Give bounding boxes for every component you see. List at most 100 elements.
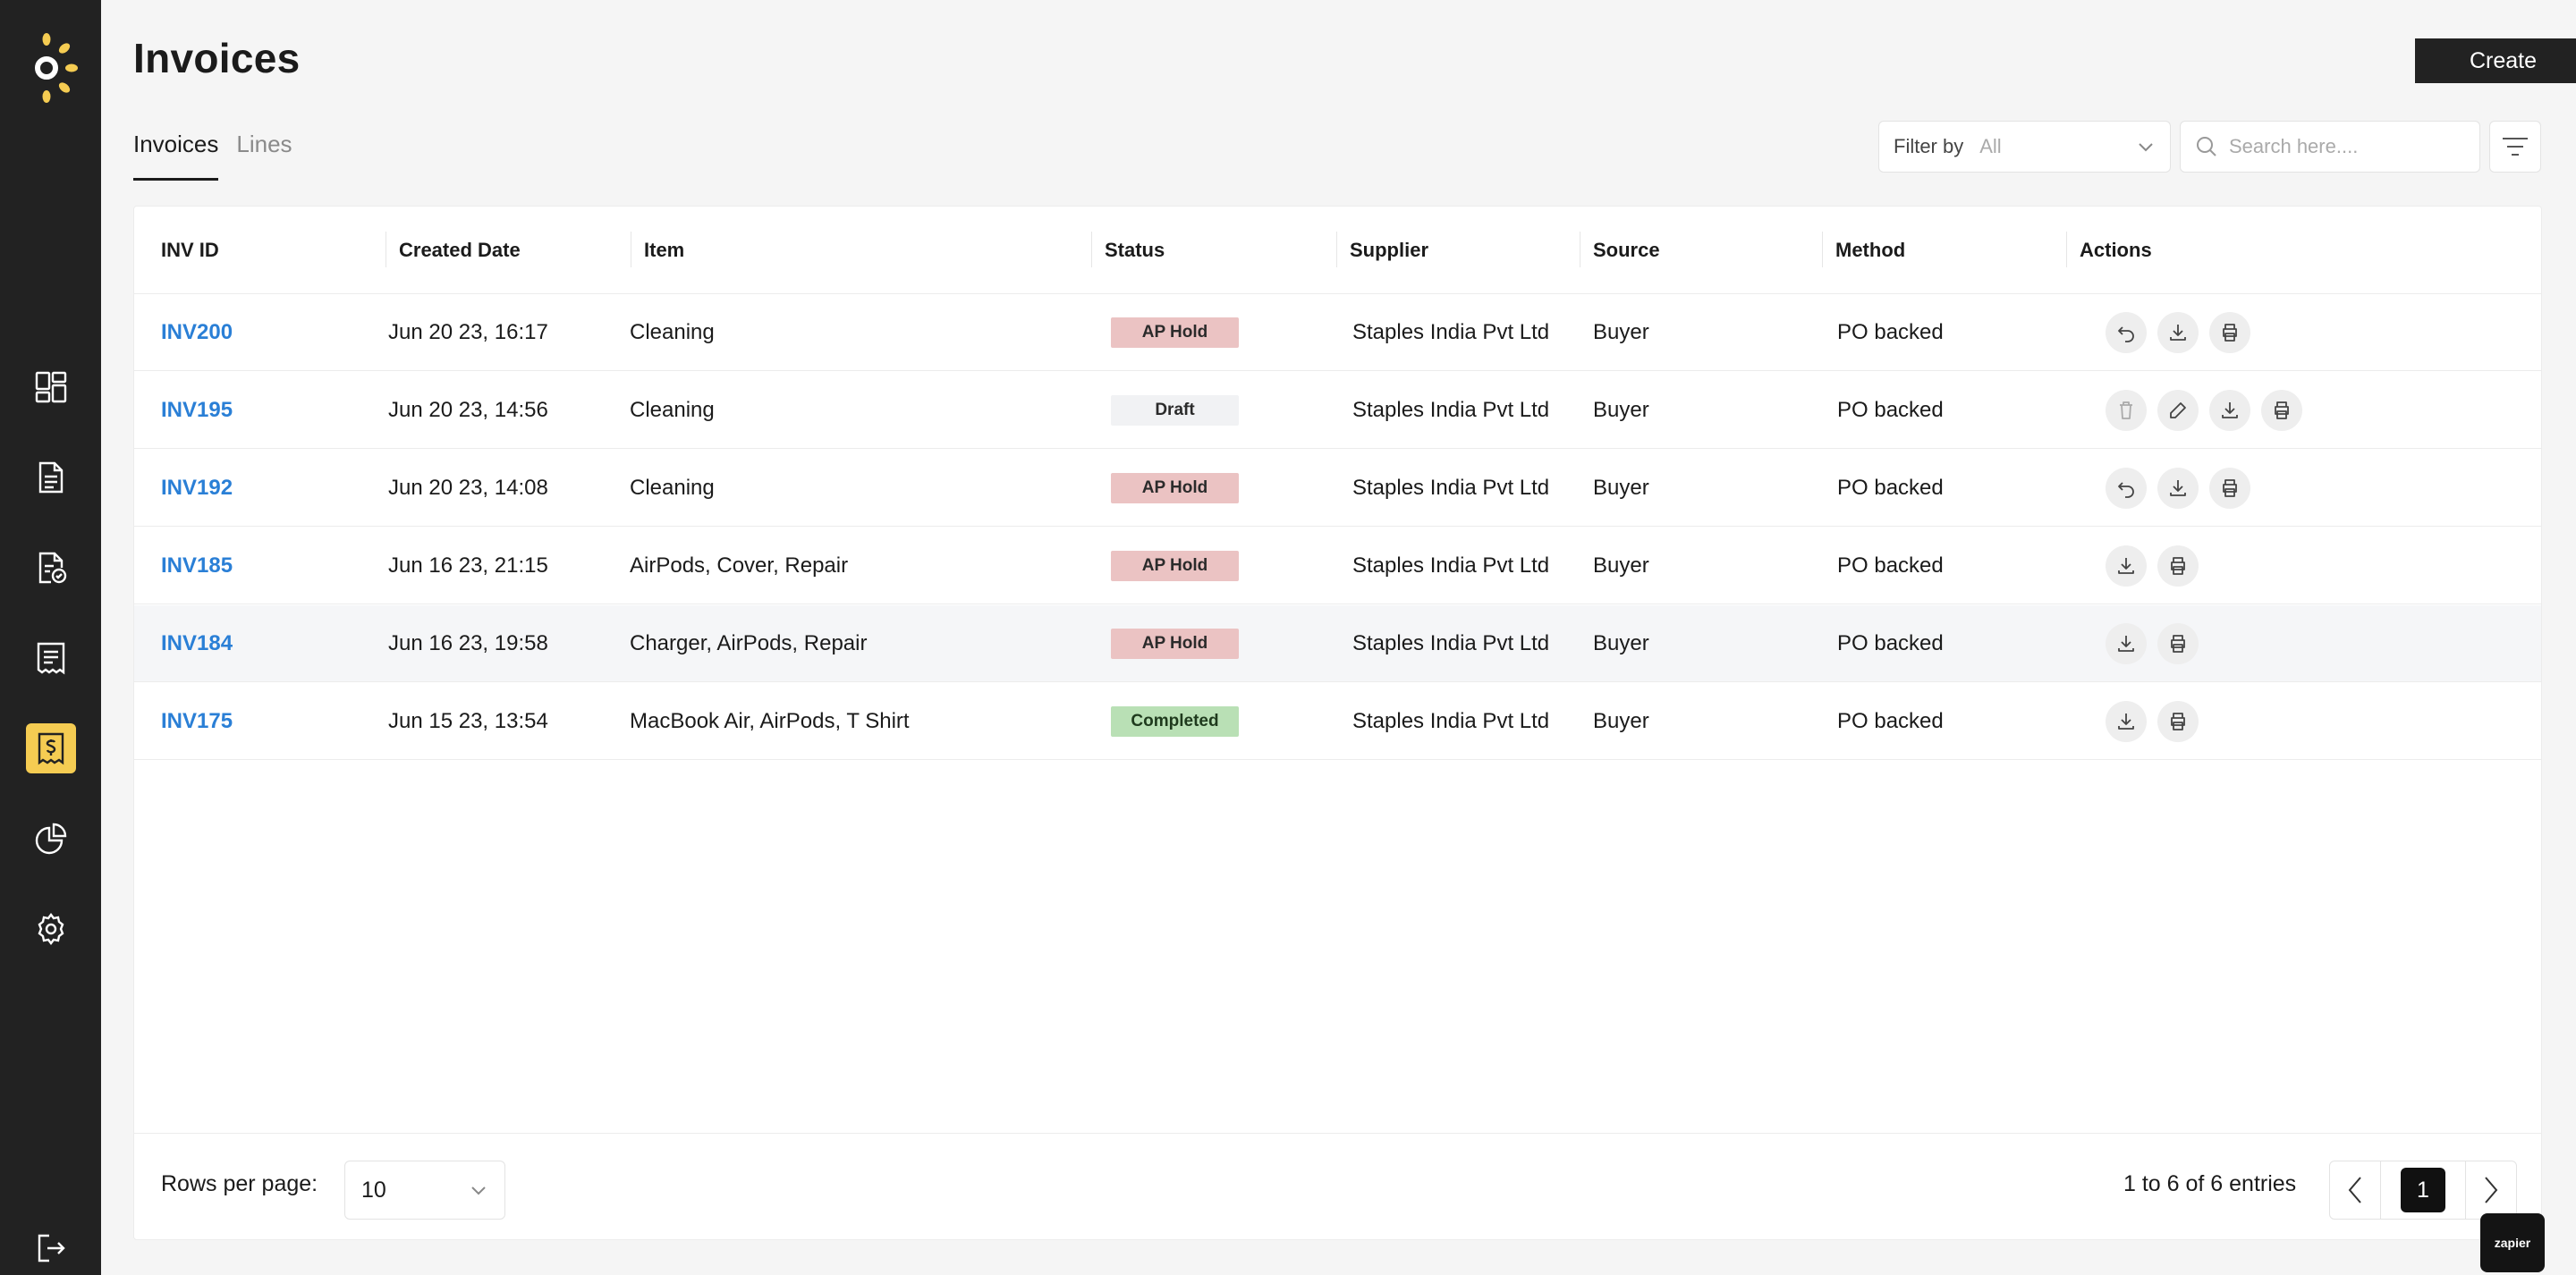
nav-receipts[interactable] bbox=[26, 633, 76, 683]
logout-icon bbox=[38, 1234, 65, 1262]
undo-icon bbox=[2118, 482, 2134, 498]
download-button[interactable] bbox=[2157, 312, 2199, 353]
invoice-id-link[interactable]: INV185 bbox=[161, 528, 233, 604]
created-date-cell: Jun 15 23, 13:54 bbox=[388, 709, 548, 733]
tab-invoices[interactable]: Invoices bbox=[133, 131, 219, 181]
print-button[interactable] bbox=[2209, 468, 2250, 509]
item-cell: Cleaning bbox=[630, 476, 715, 500]
status-badge: Completed bbox=[1111, 706, 1239, 737]
supplier-cell: Staples India Pvt Ltd bbox=[1352, 398, 1550, 422]
table-header: INV ID Created Date Item Status Supplier… bbox=[134, 207, 2541, 294]
undo-button[interactable] bbox=[2106, 312, 2147, 353]
undo-button[interactable] bbox=[2106, 468, 2147, 509]
search-input[interactable] bbox=[2229, 135, 2462, 158]
download-button[interactable] bbox=[2106, 545, 2147, 587]
download-icon bbox=[2118, 558, 2134, 574]
actions-cell bbox=[2106, 528, 2199, 604]
filter-dropdown[interactable]: Filter by All bbox=[1878, 121, 2171, 173]
print-button[interactable] bbox=[2157, 545, 2199, 587]
trash-button[interactable] bbox=[2106, 390, 2147, 431]
created-date-cell: Jun 20 23, 16:17 bbox=[388, 320, 548, 344]
column-header[interactable]: Method bbox=[1835, 207, 1905, 294]
print-icon bbox=[2275, 401, 2289, 419]
tab-bar: Invoices Lines bbox=[133, 131, 292, 181]
print-button[interactable] bbox=[2261, 390, 2302, 431]
chevron-down-icon bbox=[2139, 143, 2153, 152]
actions-cell bbox=[2106, 372, 2302, 449]
filter-label: Filter by bbox=[1894, 135, 1964, 157]
invoices-table: INV ID Created Date Item Status Supplier… bbox=[133, 206, 2542, 1240]
nav-settings[interactable] bbox=[26, 904, 76, 954]
page-title: Invoices bbox=[133, 35, 301, 81]
download-button[interactable] bbox=[2106, 701, 2147, 742]
table-row[interactable]: INV175 Jun 15 23, 13:54 MacBook Air, AirPo… bbox=[134, 683, 2541, 760]
status-cell: Draft bbox=[1111, 372, 1239, 449]
source-cell: Buyer bbox=[1593, 476, 1649, 500]
download-button[interactable] bbox=[2106, 623, 2147, 664]
created-date-cell: Jun 16 23, 21:15 bbox=[388, 553, 548, 578]
page-number-button[interactable]: 1 bbox=[2401, 1168, 2445, 1212]
zapier-badge[interactable]: zapier bbox=[2480, 1213, 2545, 1272]
column-header[interactable]: Supplier bbox=[1350, 207, 1428, 294]
nav-reports[interactable] bbox=[26, 814, 76, 864]
table-row[interactable]: INV184 Jun 16 23, 19:58 Charger, AirPods, … bbox=[134, 605, 2541, 682]
table-row[interactable]: INV200 Jun 20 23, 16:17 Cleaning AP Hold Sta… bbox=[134, 294, 2541, 371]
invoice-id-link[interactable]: INV200 bbox=[161, 294, 233, 371]
column-header[interactable]: Source bbox=[1593, 207, 1660, 294]
status-badge: AP Hold bbox=[1111, 551, 1239, 581]
actions-cell bbox=[2106, 605, 2199, 682]
tab-lines[interactable]: Lines bbox=[236, 131, 292, 181]
table-row[interactable]: INV192 Jun 20 23, 14:08 Cleaning AP Hold Sta… bbox=[134, 450, 2541, 527]
nav-dashboard[interactable] bbox=[26, 362, 76, 412]
search-box bbox=[2180, 121, 2480, 173]
create-button[interactable]: Create bbox=[2415, 38, 2576, 83]
download-icon bbox=[2118, 713, 2134, 730]
column-settings-button[interactable] bbox=[2489, 121, 2541, 173]
pencil-button[interactable] bbox=[2157, 390, 2199, 431]
created-date-cell: Jun 20 23, 14:08 bbox=[388, 476, 548, 500]
source-cell: Buyer bbox=[1593, 709, 1649, 733]
prev-page-button[interactable] bbox=[2330, 1161, 2380, 1219]
actions-cell bbox=[2106, 294, 2250, 371]
column-header[interactable]: Status bbox=[1105, 207, 1165, 294]
nav-logout[interactable] bbox=[26, 1223, 76, 1273]
download-icon bbox=[2118, 636, 2134, 652]
column-header[interactable]: Created Date bbox=[399, 207, 521, 294]
status-badge: AP Hold bbox=[1111, 473, 1239, 503]
invoice-id-link[interactable]: INV184 bbox=[161, 605, 233, 682]
app-logo[interactable] bbox=[25, 27, 80, 107]
table-footer: Rows per page: 10 1 to 6 of 6 entries 1 bbox=[134, 1133, 2541, 1240]
table-row[interactable]: INV185 Jun 16 23, 21:15 AirPods, Cover, Re… bbox=[134, 528, 2541, 604]
gear-icon bbox=[38, 913, 64, 945]
invoice-id-link[interactable]: INV192 bbox=[161, 450, 233, 527]
column-header[interactable]: INV ID bbox=[161, 207, 219, 294]
undo-icon bbox=[2118, 326, 2134, 342]
invoice-id-link[interactable]: INV195 bbox=[161, 372, 233, 449]
actions-cell bbox=[2106, 683, 2199, 760]
method-cell: PO backed bbox=[1837, 320, 1944, 344]
print-icon bbox=[2223, 479, 2237, 497]
download-button[interactable] bbox=[2209, 390, 2250, 431]
supplier-cell: Staples India Pvt Ltd bbox=[1352, 476, 1550, 500]
source-cell: Buyer bbox=[1593, 631, 1649, 655]
item-cell: Cleaning bbox=[630, 320, 715, 344]
rows-per-page-select[interactable]: 10 bbox=[344, 1161, 505, 1220]
status-cell: AP Hold bbox=[1111, 450, 1239, 527]
source-cell: Buyer bbox=[1593, 553, 1649, 578]
print-button[interactable] bbox=[2157, 623, 2199, 664]
method-cell: PO backed bbox=[1837, 709, 1944, 733]
nav-invoices[interactable] bbox=[26, 723, 76, 773]
next-page-button[interactable] bbox=[2466, 1161, 2516, 1219]
download-button[interactable] bbox=[2157, 468, 2199, 509]
nav-documents[interactable] bbox=[26, 452, 76, 502]
invoice-id-link[interactable]: INV175 bbox=[161, 683, 233, 760]
print-button[interactable] bbox=[2209, 312, 2250, 353]
status-cell: Completed bbox=[1111, 683, 1239, 760]
actions-cell bbox=[2106, 450, 2250, 527]
nav-approvals[interactable] bbox=[26, 543, 76, 593]
print-button[interactable] bbox=[2157, 701, 2199, 742]
item-cell: MacBook Air, AirPods, T Shirt bbox=[630, 709, 910, 733]
column-header[interactable]: Item bbox=[644, 207, 684, 294]
table-row[interactable]: INV195 Jun 20 23, 14:56 Cleaning Draft Stapl… bbox=[134, 372, 2541, 449]
method-cell: PO backed bbox=[1837, 553, 1944, 578]
